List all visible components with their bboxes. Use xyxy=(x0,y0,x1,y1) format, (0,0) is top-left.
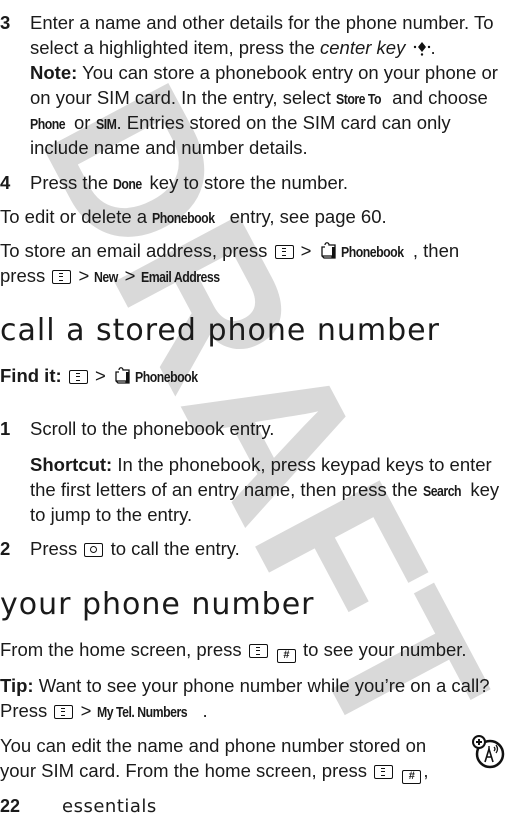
step-text: Press to call the entry. xyxy=(30,536,240,561)
text: Want to see your phone number while you’… xyxy=(33,675,490,696)
text: to call the entry. xyxy=(105,538,240,559)
section-heading-your-phone-number: your phone number xyxy=(0,587,315,622)
phone-option: Phone xyxy=(30,116,66,133)
menu-key-icon xyxy=(54,705,74,719)
send-key-icon xyxy=(84,543,104,557)
separator: > xyxy=(80,700,92,721)
text: select a highlighted item, press the xyxy=(30,37,320,58)
store-to-option: Store To xyxy=(336,91,382,108)
phonebook-label: Phonebook xyxy=(152,210,215,227)
shortcut-text: Shortcut: In the phonebook, press keypad… xyxy=(30,452,492,477)
find-it-label: Find it: xyxy=(0,365,62,386)
text: Press the xyxy=(30,172,114,193)
step-text: Press the Done key to store the number. xyxy=(30,170,348,197)
text: To store an email address, press xyxy=(0,240,273,261)
text: In the phonebook, press keypad keys to e… xyxy=(112,454,492,475)
shortcut-text: the first letters of an entry name, then… xyxy=(30,477,499,504)
email-address-option: Email Address xyxy=(140,269,220,286)
step-number: 2 xyxy=(0,538,11,559)
text: press xyxy=(0,265,51,286)
sim-option: SIM xyxy=(95,116,117,133)
separator: > xyxy=(78,265,90,286)
text: to see your number. xyxy=(297,639,467,660)
text: on your SIM card. In the entry, select xyxy=(30,87,337,108)
menu-key-icon xyxy=(374,765,394,779)
draft-watermark: DRAFT xyxy=(0,50,505,780)
hash-key-icon: # xyxy=(276,649,296,663)
tip-paragraph: Press > My Tel. Numbers. xyxy=(0,698,208,725)
text: You can store a phonebook entry on your … xyxy=(77,62,498,83)
home-screen-paragraph: From the home screen, press # to see you… xyxy=(0,637,467,663)
page-number: 22 xyxy=(0,796,21,816)
center-key-term: center key xyxy=(320,37,406,58)
network-sim-feature-icon xyxy=(472,735,505,769)
phonebook-icon xyxy=(115,367,130,384)
shortcut-text: to jump to the entry. xyxy=(30,504,193,525)
note-text: include name and number details. xyxy=(30,137,308,158)
text: the first letters of an entry name, then… xyxy=(30,479,423,500)
text: . xyxy=(202,700,208,721)
text: key xyxy=(465,479,500,500)
search-key-label: Search xyxy=(422,483,462,500)
text: To edit or delete a xyxy=(0,206,153,227)
text: From the home screen, press xyxy=(0,639,247,660)
sim-edit-paragraph: You can edit the name and phone number s… xyxy=(0,735,427,756)
text: entry, see page 60. xyxy=(224,206,387,227)
email-paragraph: press > New > Email Address xyxy=(0,263,232,290)
step-text: Enter a name and other details for the p… xyxy=(30,12,494,33)
separator: > xyxy=(94,365,106,386)
phonebook-label: Phonebook xyxy=(340,244,404,261)
text: Press xyxy=(0,700,53,721)
note-text: on your SIM card. In the entry, select S… xyxy=(30,85,488,112)
sim-edit-paragraph: your SIM card. From the home screen, pre… xyxy=(0,758,428,784)
separator: > xyxy=(300,240,312,261)
text: , then xyxy=(412,240,460,261)
menu-key-icon xyxy=(248,644,268,658)
text: key to store the number. xyxy=(144,172,349,193)
text: Press xyxy=(30,538,83,559)
edit-paragraph: To edit or delete a Phonebook entry, see… xyxy=(0,204,387,231)
text: . xyxy=(430,37,436,58)
shortcut-label: Shortcut: xyxy=(30,454,113,475)
menu-key-icon xyxy=(68,370,88,384)
step-number: 4 xyxy=(0,172,11,193)
step-text: select a highlighted item, press the cen… xyxy=(30,35,436,60)
text: or xyxy=(68,112,96,133)
phonebook-label: Phonebook xyxy=(134,369,198,386)
note-label: Note: xyxy=(30,62,78,83)
center-key-icon xyxy=(413,42,430,56)
new-option: New xyxy=(94,269,119,286)
text: , xyxy=(423,760,429,781)
email-paragraph: To store an email address, press > Phone… xyxy=(0,238,459,265)
find-it-path: Find it: > Phonebook xyxy=(0,363,207,390)
text: and choose xyxy=(387,87,488,108)
note-text: Phone or SIM. Entries stored on the SIM … xyxy=(30,110,451,137)
step-number: 3 xyxy=(0,12,11,33)
section-heading-call-stored-number: call a stored phone number xyxy=(0,313,440,348)
section-name: essentials xyxy=(62,796,157,817)
done-key-label: Done xyxy=(113,176,143,193)
step-number: 1 xyxy=(0,418,11,439)
menu-key-icon xyxy=(274,245,294,259)
tip-label: Tip: xyxy=(0,675,34,696)
text: . Entries stored on the SIM card can onl… xyxy=(116,112,451,133)
tip-paragraph: Tip: Want to see your phone number while… xyxy=(0,673,489,698)
step-text: Scroll to the phonebook entry. xyxy=(30,418,275,439)
hash-key-icon: # xyxy=(402,770,422,784)
my-tel-numbers-option: My Tel. Numbers xyxy=(96,704,188,721)
phonebook-icon xyxy=(320,242,336,259)
menu-key-icon xyxy=(52,270,72,284)
separator: > xyxy=(124,265,136,286)
text: your SIM card. From the home screen, pre… xyxy=(0,760,373,781)
note-text: Note: You can store a phonebook entry on… xyxy=(30,60,498,85)
